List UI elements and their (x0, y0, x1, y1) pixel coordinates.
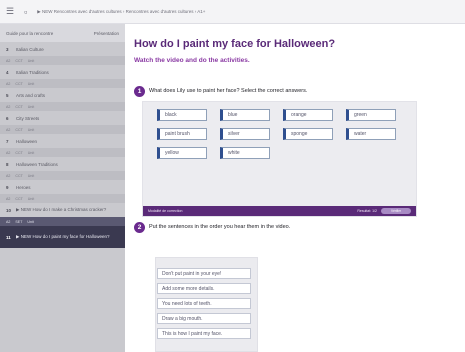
answer-option[interactable]: orange (283, 109, 333, 121)
main-content: How do I paint my face for Halloween? Wa… (125, 24, 465, 352)
sidebar-tag: CCT (15, 196, 23, 201)
question-2-text: Put the sentences in the order you hear … (149, 224, 291, 230)
sidebar-item-tags: A2 CCT Unit (0, 171, 125, 180)
sidebar-item-number: 8 (6, 161, 9, 167)
answer-option[interactable]: water (346, 128, 396, 140)
sidebar-item[interactable]: 6 City Streets (0, 111, 125, 125)
score-text: Resultat: 1/2 (357, 209, 377, 213)
sentence-tile[interactable]: This is how I paint my face. (157, 328, 251, 339)
answer-option[interactable]: green (346, 109, 396, 121)
sidebar-tag: CCT (15, 104, 23, 109)
sidebar-item-label: City Streets (16, 115, 40, 121)
sidebar-tag: CCT (15, 150, 23, 155)
sidebar-tag: CCT (15, 58, 23, 63)
check-button[interactable]: Vérifier (381, 208, 411, 214)
sidebar-item[interactable]: 5 Arts and crafts (0, 88, 125, 102)
sidebar-item-number: 11 (6, 234, 11, 240)
sidebar-item-label: ▶ NEW How do I paint my face for Hallowe… (16, 234, 110, 239)
sidebar-item-tags: A2 CCT Unit (0, 148, 125, 157)
sidebar-header-left[interactable]: Guide pour la rencontre (6, 31, 53, 36)
sidebar-tag: Unit (27, 104, 35, 109)
sidebar-item-label: Halloween (16, 138, 38, 144)
sidebar-tag: Unit (27, 81, 35, 86)
sidebar-item-label: Italian Culture (16, 46, 44, 52)
activity-footer: Modalité de correction Resultat: 1/2 Vér… (143, 206, 416, 216)
sidebar-list: 3 Italian Culture A2 CCT Unit 4 Italian Tradit… (0, 42, 125, 248)
sidebar-tag: A2 (6, 173, 11, 178)
sidebar-item[interactable]: 8 Halloween Traditions (0, 157, 125, 171)
hamburger-menu-icon[interactable]: ☰ (6, 6, 14, 17)
sidebar-item[interactable]: 10 ▶ NEW How do I make a Christmas cracke… (0, 203, 125, 217)
answer-option[interactable]: yellow (157, 147, 207, 159)
answer-option[interactable]: sponge (283, 128, 333, 140)
question-2-badge: 2 (134, 222, 145, 233)
sentence-tile[interactable]: You need lots of teeth. (157, 298, 251, 309)
sidebar-tag: Unit (27, 219, 34, 224)
sidebar-item-number: 4 (6, 69, 9, 75)
top-bar: ☰ ▫ ▶ NEW Rencontres avec d'autres cultu… (0, 0, 465, 24)
sidebar-tag: A2 (6, 104, 11, 109)
answer-option[interactable]: black (157, 109, 207, 121)
sidebar-item-number: 6 (6, 115, 9, 121)
sidebar-item-tags: A2 CCT Unit (0, 56, 125, 65)
sidebar-item-number: 5 (6, 92, 9, 98)
sidebar: Guide pour la rencontre Présentation 3 It… (0, 24, 125, 352)
sentence-tile[interactable]: Add some more details. (157, 283, 251, 294)
sidebar-item-tags: A2 CCT Unit (0, 194, 125, 203)
question-1-badge: 1 (134, 86, 145, 97)
answer-option[interactable]: silver (220, 128, 270, 140)
sidebar-tag: SET (15, 219, 23, 224)
sidebar-item-tags: A2 SET Unit (0, 217, 125, 226)
sidebar-tag: CCT (15, 173, 23, 178)
sidebar-item[interactable]: 4 Italian Traditions (0, 65, 125, 79)
sentence-tile[interactable]: Don't put paint in your eye! (157, 268, 251, 279)
sidebar-tag: A2 (6, 58, 11, 63)
answer-option[interactable]: blue (220, 109, 270, 121)
sidebar-tag: Unit (27, 173, 35, 178)
sidebar-item-number: 7 (6, 138, 9, 144)
question-1-text: What does Lily use to paint her face? Se… (149, 88, 308, 94)
sidebar-item-tags: A2 CCT Unit (0, 102, 125, 111)
sidebar-tag: CCT (15, 127, 23, 132)
sidebar-item-label: ▶ NEW How do I make a Christmas cracker? (16, 207, 107, 212)
sidebar-item-label: Halloween Traditions (16, 161, 58, 167)
sidebar-tag: Unit (27, 127, 35, 132)
sidebar-item[interactable]: 9 Heroes (0, 180, 125, 194)
sidebar-item-tags: A2 CCT Unit (0, 125, 125, 134)
sidebar-tag: A2 (6, 219, 11, 224)
sidebar-item-label: Heroes (16, 184, 31, 190)
sidebar-item-number: 10 (6, 207, 12, 213)
sidebar-tag: CCT (15, 81, 23, 86)
page-subtitle: Watch the video and do the activities. (134, 57, 250, 64)
answer-option[interactable]: white (220, 147, 270, 159)
breadcrumb[interactable]: ▶ NEW Rencontres avec d'autres cultures … (37, 9, 205, 15)
sidebar-header-right[interactable]: Présentation (94, 31, 119, 36)
sidebar-item-label: Arts and crafts (16, 92, 46, 98)
sidebar-tag: Unit (27, 150, 35, 155)
sidebar-tag: Unit (27, 58, 35, 63)
sidebar-header: Guide pour la rencontre Présentation (0, 24, 125, 42)
sidebar-item[interactable]: 3 Italian Culture (0, 42, 125, 56)
sidebar-item[interactable]: 7 Halloween (0, 134, 125, 148)
sidebar-tag: A2 (6, 196, 11, 201)
answer-option[interactable]: paint brush (157, 128, 207, 140)
correction-mode-label[interactable]: Modalité de correction (148, 209, 182, 213)
sidebar-tag: A2 (6, 81, 11, 86)
sentence-tile[interactable]: Draw a big mouth. (157, 313, 251, 324)
document-icon[interactable]: ▫ (24, 7, 27, 17)
sidebar-tag: A2 (6, 127, 11, 132)
question-1-activity: black blue orange green paint brush silver spo… (142, 101, 417, 217)
sidebar-item-number: 9 (6, 184, 9, 190)
sidebar-item-tags: A2 CCT Unit (0, 79, 125, 88)
sentence-ordering-area: Don't put paint in your eye! Add some mor… (155, 257, 258, 352)
sidebar-item-label: Italian Traditions (16, 69, 49, 75)
sidebar-tag: Unit (27, 196, 35, 201)
sidebar-tag: A2 (6, 150, 11, 155)
activity-footer-right: Resultat: 1/2 Vérifier (357, 208, 411, 214)
sidebar-item-number: 3 (6, 46, 9, 52)
sidebar-item[interactable]: 11 ▶ NEW How do I paint my face for Hallo… (0, 226, 125, 248)
page-title: How do I paint my face for Halloween? (134, 38, 336, 50)
